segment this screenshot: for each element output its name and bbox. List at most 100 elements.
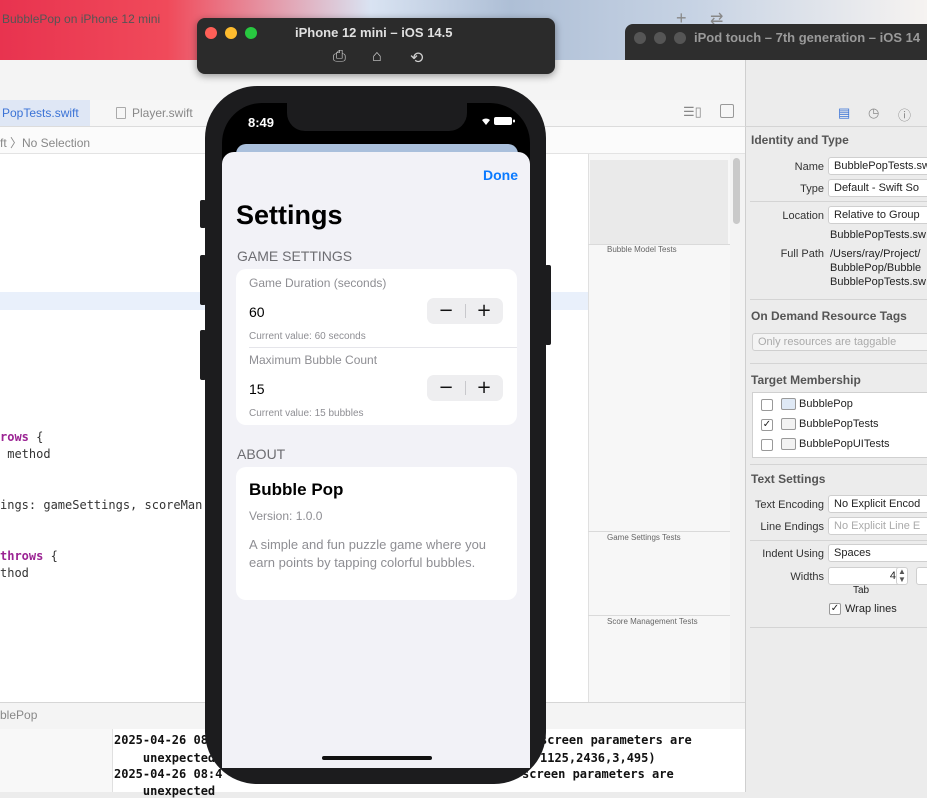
add-editor-icon[interactable] — [720, 104, 734, 118]
widths-label: Widths — [790, 571, 824, 583]
volume-down-button[interactable] — [200, 330, 206, 380]
bubble-count-value: 15 — [249, 381, 265, 397]
done-button[interactable]: Done — [483, 167, 518, 183]
name-field[interactable]: BubblePopTests.sw — [828, 157, 927, 175]
target-name: BubblePopUITests — [799, 438, 890, 450]
minimize-button[interactable] — [654, 32, 666, 44]
screenshot-icon[interactable]: ⎙ — [333, 48, 346, 66]
target-name: BubblePop — [799, 398, 853, 410]
status-time: 8:49 — [248, 115, 275, 130]
location-select[interactable]: Relative to Group — [828, 206, 927, 224]
page-title: Settings — [236, 200, 343, 230]
target-checkbox[interactable] — [761, 439, 773, 451]
tab-caption: Tab — [853, 585, 870, 596]
duration-current: Current value: 60 seconds — [249, 331, 366, 342]
swift-file-icon — [116, 107, 126, 119]
folder-icon — [781, 438, 796, 450]
type-select[interactable]: Default - Swift So — [828, 179, 927, 197]
debug-target-label: blePop — [0, 708, 38, 722]
zoom-button[interactable] — [245, 27, 257, 39]
zoom-button[interactable] — [674, 32, 686, 44]
jump-bar-path[interactable]: ft 〉No Selection — [0, 134, 90, 151]
folder-icon — [781, 418, 796, 430]
location-file: BubblePopTests.sw — [830, 229, 926, 241]
indent-select[interactable]: Spaces — [828, 544, 927, 562]
console-line: screen parameters are — [540, 733, 692, 747]
console-line: 2025-04-26 08 — [114, 733, 208, 747]
scheme-title[interactable]: BubblePop on iPhone 12 mini — [2, 12, 160, 26]
target-checkbox[interactable]: ✓ — [761, 419, 773, 431]
indent-label: Indent Using — [762, 548, 824, 560]
minimize-button[interactable] — [225, 27, 237, 39]
rotate-icon[interactable]: ⟲ — [410, 48, 423, 68]
code-line: method — [0, 447, 51, 461]
target-header: Target Membership — [751, 373, 861, 387]
history-icon[interactable]: ◷ — [868, 105, 879, 121]
code-line: rows { — [0, 430, 44, 444]
indent-width-field[interactable] — [916, 567, 927, 585]
close-button[interactable] — [634, 32, 646, 44]
name-label: Name — [794, 161, 824, 173]
help-icon[interactable]: ⓘ — [898, 105, 911, 124]
volume-up-button[interactable] — [200, 255, 206, 305]
duration-label: Game Duration (seconds) — [249, 276, 387, 290]
side-button[interactable] — [545, 265, 551, 345]
type-label: Type — [800, 183, 824, 195]
encoding-label: Text Encoding — [754, 499, 824, 511]
wifi-battery-icon — [480, 115, 516, 130]
bubble-increment-button[interactable]: + — [465, 375, 503, 401]
minimap-mark[interactable]: Game Settings Tests — [607, 533, 681, 542]
minimap-mark[interactable]: Score Management Tests — [607, 617, 698, 626]
app-target-icon — [781, 398, 796, 410]
fullpath-label: Full Path — [780, 248, 824, 260]
code-line: throws { — [0, 549, 58, 563]
console-line: 1125,2436,3,495) — [540, 751, 656, 765]
file-icon[interactable]: ▤ — [838, 105, 850, 121]
code-line: ings: gameSettings, scoreMan — [0, 498, 203, 512]
tab-player[interactable]: Player.swift — [132, 106, 193, 120]
duration-decrement-button[interactable]: − — [427, 298, 465, 324]
divider — [750, 201, 927, 202]
app-name: Bubble Pop — [249, 480, 344, 499]
tags-field[interactable]: Only resources are taggable — [752, 333, 927, 351]
divider — [750, 464, 927, 465]
code-line: thod — [0, 566, 29, 580]
mute-switch[interactable] — [200, 200, 206, 228]
tab-width-field[interactable]: 4 — [828, 567, 901, 585]
location-label: Location — [782, 210, 824, 222]
encoding-select[interactable]: No Explicit Encod — [828, 495, 927, 513]
ipod-simulator-title: iPod touch – 7th generation – iOS 14 — [694, 30, 921, 45]
minimap-mark[interactable]: Bubble Model Tests — [607, 245, 677, 254]
editor-scrollbar[interactable] — [730, 154, 745, 702]
scrollbar-thumb[interactable] — [733, 158, 740, 224]
about-header: ABOUT — [237, 446, 286, 462]
bubble-count-stepper[interactable]: − + — [427, 375, 503, 401]
variables-view[interactable] — [0, 729, 113, 792]
close-button[interactable] — [205, 27, 217, 39]
home-icon[interactable]: ⌂ — [372, 48, 382, 66]
minimap-viewport[interactable] — [590, 160, 728, 244]
wrap-lines-label: Wrap lines — [845, 603, 897, 615]
line-endings-select[interactable]: No Explicit Line E — [828, 517, 927, 535]
app-description: A simple and fun puzzle game where you e… — [249, 537, 487, 570]
duration-stepper[interactable]: − + — [427, 298, 503, 324]
bubble-decrement-button[interactable]: − — [427, 375, 465, 401]
line-endings-label: Line Endings — [760, 521, 824, 533]
home-indicator[interactable] — [322, 756, 432, 760]
minimap-divider — [588, 615, 730, 616]
fullpath-line: BubblePop/Bubble — [830, 262, 922, 274]
stepper-icon[interactable]: ▲ ▼ — [896, 567, 908, 585]
duration-increment-button[interactable]: + — [465, 298, 503, 324]
editor-options-icon[interactable]: ☰▯ — [683, 104, 702, 120]
console-line: screen parameters are — [522, 767, 674, 781]
minimap-divider — [588, 531, 730, 532]
divider — [750, 363, 927, 364]
simulator-title: iPhone 12 mini – iOS 14.5 — [295, 25, 453, 40]
target-name: BubblePopTests — [799, 418, 879, 430]
console-line: unexpected — [114, 751, 216, 765]
wrap-lines-checkbox[interactable]: ✓ — [829, 603, 841, 615]
divider — [750, 627, 927, 628]
target-checkbox[interactable] — [761, 399, 773, 411]
tab-poptests-label[interactable]: PopTests.swift — [2, 106, 79, 120]
console-line: 2025-04-26 08:4 — [114, 767, 223, 781]
